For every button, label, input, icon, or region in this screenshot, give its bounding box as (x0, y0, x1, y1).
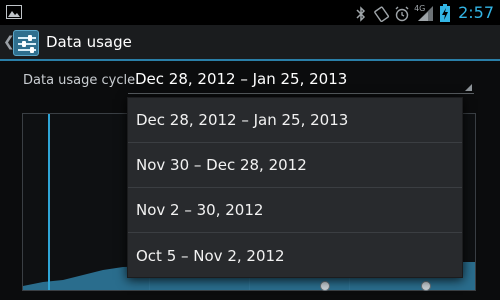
battery-charging-icon (440, 3, 451, 22)
clock: 2:57 (458, 3, 494, 22)
cycle-spinner[interactable]: Dec 28, 2012 – Jan 25, 2013 (128, 64, 474, 94)
dropdown-option[interactable]: Oct 5 – Nov 2, 2012 (128, 233, 462, 277)
cycle-start-line[interactable] (48, 114, 50, 290)
spinner-arrow-icon (465, 84, 472, 91)
signal-icon: 4G (414, 4, 434, 22)
action-bar: ❮ Data usage (0, 25, 500, 61)
image-notification-icon (6, 4, 22, 23)
dropdown-option[interactable]: Nov 30 – Dec 28, 2012 (128, 143, 462, 188)
limit-handle[interactable] (421, 281, 431, 291)
dropdown-option[interactable]: Dec 28, 2012 – Jan 25, 2013 (128, 98, 462, 143)
page-title: Data usage (46, 33, 132, 51)
cycle-label: Data usage cycle (23, 73, 136, 88)
dropdown-option-label: Nov 2 – 30, 2012 (136, 201, 264, 219)
warning-handle[interactable] (320, 281, 330, 291)
dropdown-option-label: Nov 30 – Dec 28, 2012 (136, 156, 307, 174)
status-bar: 4G 2:57 (0, 0, 500, 25)
dropdown-option-label: Dec 28, 2012 – Jan 25, 2013 (136, 111, 349, 129)
alarm-icon (394, 6, 409, 21)
dropdown-option-label: Oct 5 – Nov 2, 2012 (136, 246, 285, 265)
data-usage-app-icon[interactable] (13, 30, 39, 56)
cycle-selected-value: Dec 28, 2012 – Jan 25, 2013 (135, 70, 348, 88)
dropdown-option[interactable]: Nov 2 – 30, 2012 (128, 188, 462, 233)
cycle-dropdown: Dec 28, 2012 – Jan 25, 2013 Nov 30 – Dec… (127, 97, 463, 278)
bluetooth-icon (354, 5, 368, 22)
screen-rotation-icon (374, 5, 390, 22)
